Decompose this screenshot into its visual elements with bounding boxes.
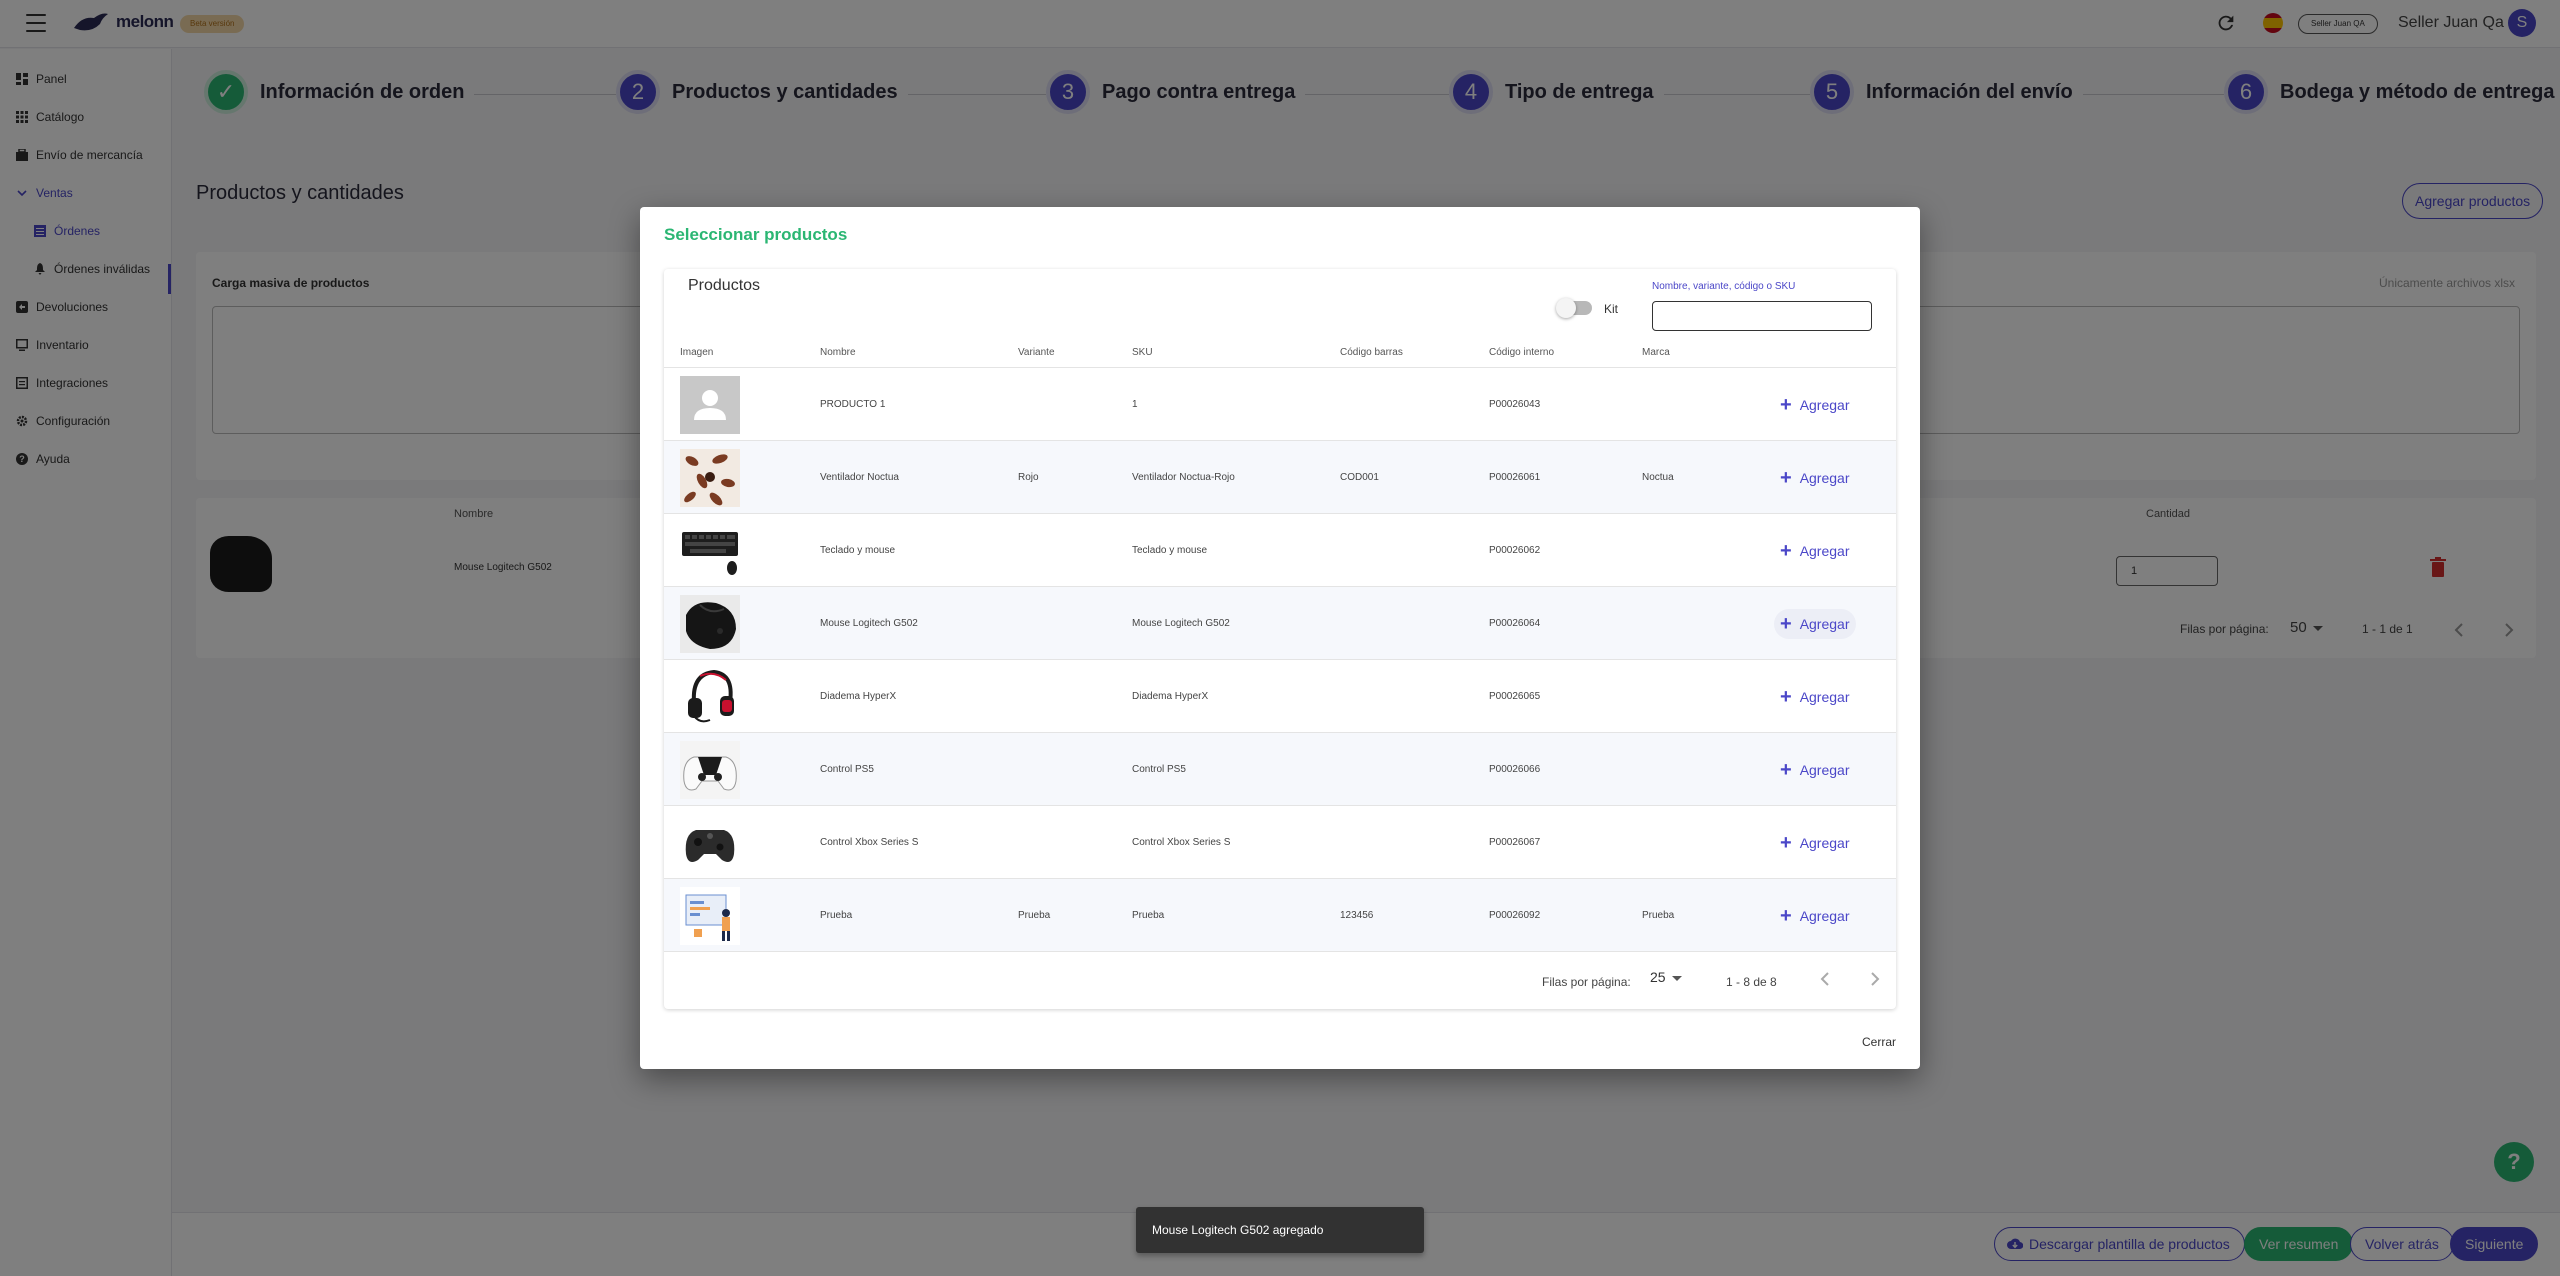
add-button[interactable]: + Agregar [1774, 536, 1856, 566]
cell-variante: Prueba [1018, 910, 1051, 921]
add-label: Agregar [1799, 835, 1850, 851]
keyboard-image [680, 522, 740, 580]
table-row: Mouse Logitech G502 Mouse Logitech G502 … [664, 587, 1896, 660]
add-button[interactable]: + Agregar [1774, 828, 1856, 858]
plus-icon: + [1780, 540, 1792, 562]
cell-nombre: Control Xbox Series S [820, 837, 919, 848]
illustration-image [680, 887, 740, 945]
search-label: Nombre, variante, código o SKU [1652, 281, 1796, 292]
rows-per-page-value: 25 [1650, 969, 1666, 985]
column-header-imagen: Imagen [680, 347, 714, 358]
table-row: Ventilador Noctua Rojo Ventilador Noctua… [664, 441, 1896, 514]
cell-nombre: Control PS5 [820, 764, 874, 775]
cell-codigo-interno: P00026062 [1489, 545, 1541, 556]
cell-codigo-barras: 123456 [1340, 910, 1374, 921]
xbox-controller-image [680, 814, 740, 872]
cell-marca: Noctua [1642, 472, 1674, 483]
table-row: Diadema HyperX Diadema HyperX P00026065 … [664, 660, 1896, 733]
cell-codigo-interno: P00026067 [1489, 837, 1541, 848]
kit-label: Kit [1604, 302, 1619, 316]
table-row: Prueba Prueba Prueba 123456 P00026092 Pr… [664, 879, 1896, 952]
table-row: Teclado y mouse Teclado y mouse P0002606… [664, 514, 1896, 587]
cell-nombre: Teclado y mouse [820, 545, 896, 556]
cell-nombre: Ventilador Noctua [820, 472, 899, 483]
chevron-left-icon[interactable] [1816, 969, 1836, 989]
column-header-sku: SKU [1132, 347, 1153, 358]
headset-image [680, 668, 740, 726]
add-button[interactable]: + Agregar [1774, 390, 1856, 420]
column-header-marca: Marca [1642, 347, 1670, 358]
chevron-right-icon[interactable] [1864, 969, 1884, 989]
cell-nombre: Mouse Logitech G502 [820, 618, 918, 629]
toggle-knob [1556, 298, 1576, 318]
cell-sku: Mouse Logitech G502 [1132, 618, 1230, 629]
cell-nombre: Diadema HyperX [820, 691, 897, 702]
add-button[interactable]: + Agregar [1774, 901, 1856, 931]
add-label: Agregar [1799, 616, 1850, 632]
column-header-nombre: Nombre [820, 347, 856, 358]
add-button[interactable]: + Agregar [1774, 463, 1856, 493]
cell-codigo-interno: P00026064 [1489, 618, 1541, 629]
products-panel: Productos Kit Nombre, variante, código o… [664, 269, 1896, 1009]
cell-codigo-interno: P00026066 [1489, 764, 1541, 775]
panel-title: Productos [688, 277, 761, 294]
add-label: Agregar [1799, 470, 1850, 486]
cell-codigo-interno: P00026043 [1489, 399, 1541, 410]
cell-codigo-interno: P00026061 [1489, 472, 1541, 483]
cell-codigo-interno: P00026065 [1489, 691, 1541, 702]
column-header-codigo-barras: Código barras [1340, 347, 1403, 358]
dialog-title: Seleccionar productos [664, 225, 848, 244]
plus-icon: + [1780, 394, 1792, 416]
cell-sku: Teclado y mouse [1132, 545, 1208, 556]
cell-marca: Prueba [1642, 910, 1675, 921]
plus-icon: + [1780, 759, 1792, 781]
add-label: Agregar [1799, 543, 1850, 559]
add-label: Agregar [1799, 908, 1850, 924]
ps5-controller-image [680, 741, 740, 799]
table-row: PRODUCTO 1 1 P00026043 + Agregar [664, 368, 1896, 441]
table-row: Control Xbox Series S Control Xbox Serie… [664, 806, 1896, 879]
cell-sku: Ventilador Noctua-Rojo [1132, 472, 1235, 483]
cell-sku: Control Xbox Series S [1132, 837, 1231, 848]
add-label: Agregar [1799, 397, 1850, 413]
plus-icon: + [1780, 686, 1792, 708]
add-label: Agregar [1799, 762, 1850, 778]
cell-sku: Diadema HyperX [1132, 691, 1209, 702]
column-header-codigo-interno: Código interno [1489, 347, 1555, 358]
plus-icon: + [1780, 467, 1792, 489]
table-row: Control PS5 Control PS5 P00026066 + Agreg… [664, 733, 1896, 806]
plus-icon: + [1780, 613, 1792, 635]
mouse-image [680, 595, 740, 653]
cell-codigo-interno: P00026092 [1489, 910, 1541, 921]
cell-sku: Prueba [1132, 910, 1165, 921]
add-label: Agregar [1799, 689, 1850, 705]
column-header-variante: Variante [1018, 347, 1055, 358]
add-button[interactable]: + Agregar [1774, 755, 1856, 785]
select-products-dialog: Seleccionar productos Productos Kit Nomb… [640, 207, 1920, 1069]
cell-nombre: PRODUCTO 1 [820, 399, 886, 410]
add-button[interactable]: + Agregar [1774, 609, 1856, 639]
pagination-range: 1 - 8 de 8 [1726, 975, 1777, 989]
cell-variante: Rojo [1018, 472, 1039, 483]
rows-per-page-label: Filas por página: [1542, 975, 1631, 989]
fans-image [680, 449, 740, 507]
kit-toggle[interactable] [1556, 298, 1592, 318]
cell-sku: Control PS5 [1132, 764, 1186, 775]
plus-icon: + [1780, 832, 1792, 854]
cell-nombre: Prueba [820, 910, 853, 921]
snackbar-notification: Mouse Logitech G502 agregado [1136, 1207, 1424, 1253]
close-button[interactable]: Cerrar [1862, 1035, 1896, 1049]
cell-sku: 1 [1132, 399, 1138, 410]
cell-codigo-barras: COD001 [1340, 472, 1379, 483]
plus-icon: + [1780, 905, 1792, 927]
placeholder-image-icon [680, 376, 740, 434]
rows-per-page-select[interactable]: 25 [1650, 969, 1682, 985]
caret-down-icon [1671, 975, 1682, 981]
search-input[interactable] [1652, 301, 1872, 331]
add-button[interactable]: + Agregar [1774, 682, 1856, 712]
